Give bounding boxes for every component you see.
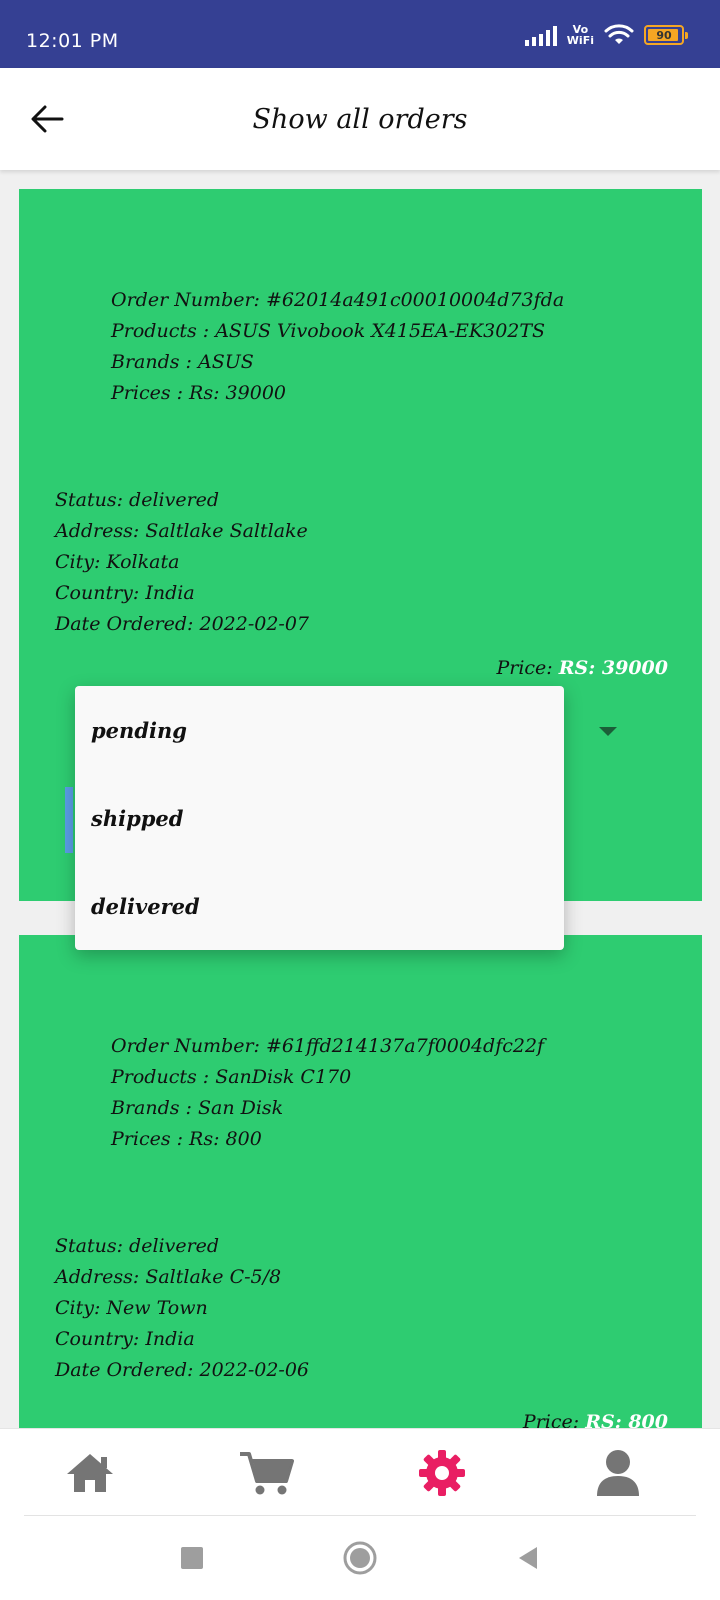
order-status: Status: delivered [55,489,220,511]
order-country: Country: India [55,582,195,604]
order-products: Products : ASUS Vivobook X415EA-EK302TS [111,320,546,342]
signal-icon [524,24,557,46]
vowifi-label-bottom: WiFi [566,34,594,47]
nav-settings[interactable] [414,1447,470,1499]
status-dropdown-arrow-icon[interactable] [599,727,617,736]
recents-button[interactable] [170,1536,214,1580]
order-address: Address: Saltlake C-5/8 [55,1266,282,1288]
order-number: Order Number: #61ffd214137a7f0004dfc22f [111,1035,545,1057]
circle-icon [343,1541,377,1575]
status-option-shipped[interactable]: shipped [75,774,564,862]
bottom-nav [0,1428,720,1516]
order-products: Products : SanDisk C170 [111,1066,352,1088]
order-country: Country: India [55,1328,195,1350]
order-status: Status: delivered [55,1235,220,1257]
wifi-icon [604,24,634,44]
nav-home[interactable] [62,1447,118,1499]
page-title: Show all orders [252,104,468,135]
nav-profile[interactable] [590,1447,646,1499]
order-total-price: Price: RS: 39000 [496,657,668,679]
battery-level: 90 [656,28,672,42]
order-prices: Prices : Rs: 39000 [111,382,286,404]
system-nav-bar [0,1516,720,1600]
cart-icon [240,1452,294,1495]
nav-cart[interactable] [238,1447,294,1499]
price-label: Price: [496,657,553,679]
status-bar: 12:01 PM Vo WiFi 90 [0,0,720,68]
home-icon [67,1454,113,1492]
status-icons: Vo WiFi 90 [524,24,688,46]
order-prices: Prices : Rs: 800 [111,1128,262,1150]
order-address: Address: Saltlake Saltlake [55,520,308,542]
back-nav-button[interactable] [506,1536,550,1580]
gear-icon [419,1450,465,1496]
vowifi-indicator: Vo WiFi [567,24,594,46]
status-dropdown-menu: pending shipped delivered [75,686,564,950]
order-date: Date Ordered: 2022-02-07 [55,613,310,635]
user-icon [597,1450,639,1496]
status-option-pending[interactable]: pending [75,686,564,774]
status-time: 12:01 PM [26,30,119,52]
price-value: RS: 39000 [558,657,668,679]
triangle-back-icon [519,1547,537,1569]
order-brands: Brands : ASUS [111,351,254,373]
app-bar: Show all orders [0,68,720,170]
status-option-delivered[interactable]: delivered [75,862,564,950]
order-city: City: New Town [55,1297,208,1319]
home-button[interactable] [338,1536,382,1580]
order-card: Order Number: #61ffd214137a7f0004dfc22f … [19,935,702,1445]
square-icon [181,1547,203,1569]
order-city: City: Kolkata [55,551,180,573]
order-date: Date Ordered: 2022-02-06 [55,1359,310,1381]
update-button[interactable] [65,787,73,853]
order-brands: Brands : San Disk [111,1097,284,1119]
order-number: Order Number: #62014a491c00010004d73fda [111,289,565,311]
battery-icon: 90 [644,25,688,45]
